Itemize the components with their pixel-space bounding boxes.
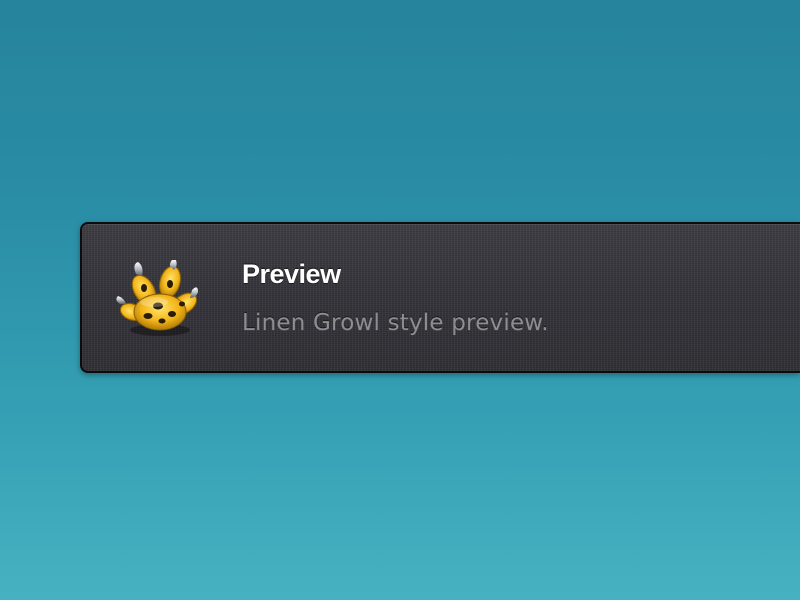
notification-message: Linen Growl style preview. <box>242 310 549 336</box>
growl-notification[interactable]: Preview Linen Growl style preview. <box>80 222 800 373</box>
desktop-background: Preview Linen Growl style preview. <box>0 0 800 600</box>
notification-title: Preview <box>242 259 341 289</box>
growl-paw-icon <box>114 259 198 338</box>
